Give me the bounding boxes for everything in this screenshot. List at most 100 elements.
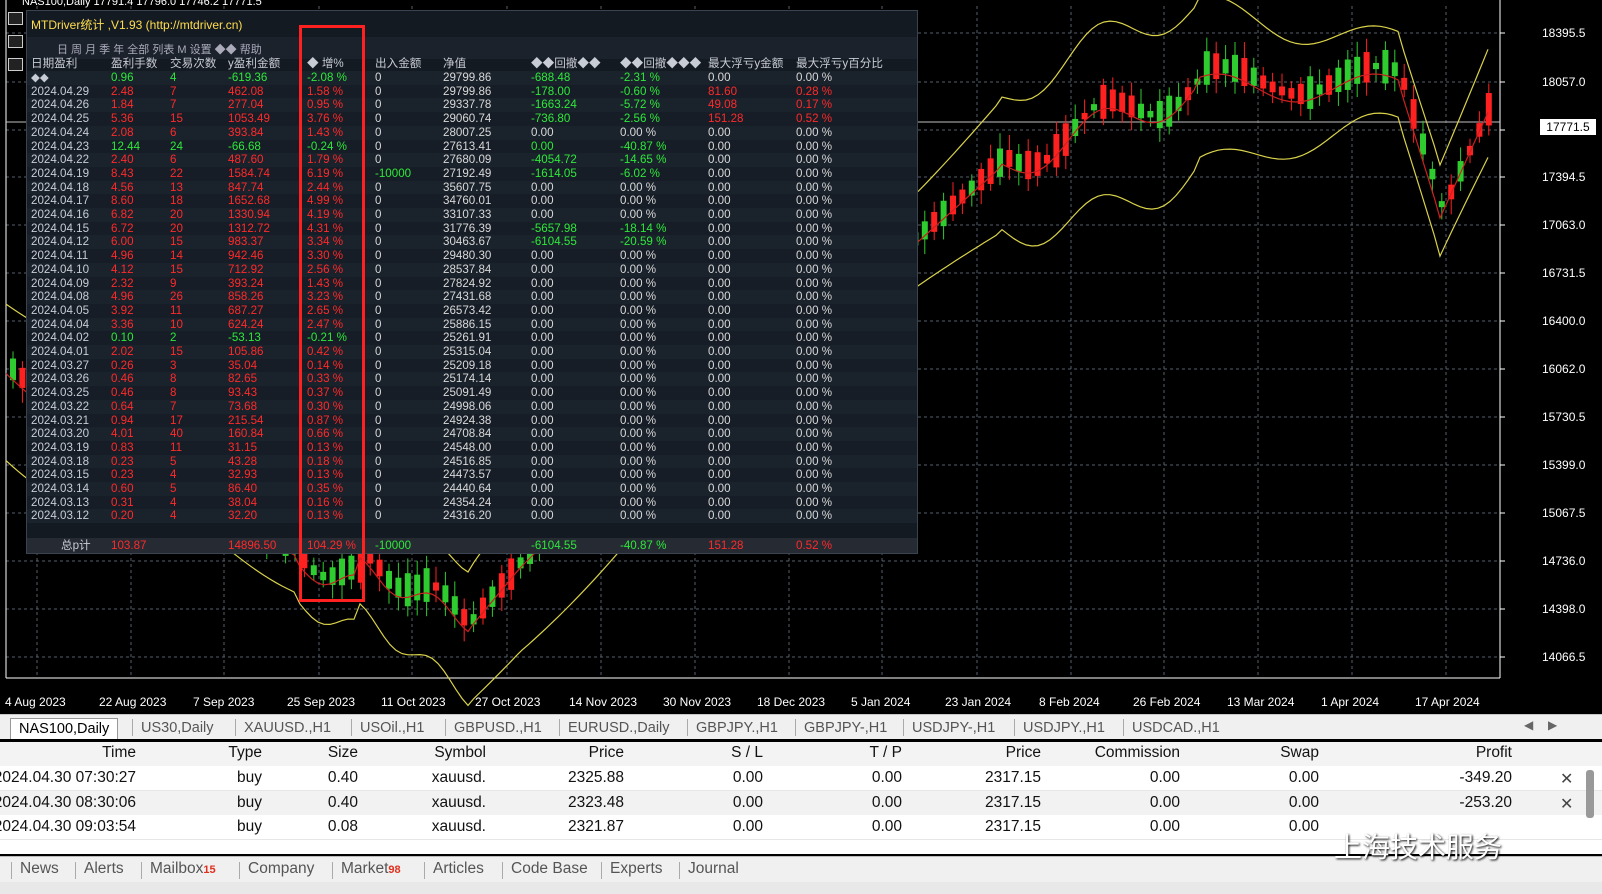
stats-row: 2024.03.14 0.60 5 86.40 0.35 % 0 24440.64 0.00 0… — [27, 482, 917, 496]
price-tick-label: 15067.5 — [1542, 506, 1586, 520]
tab-scroll-left-icon[interactable]: ◀ — [1524, 718, 1533, 732]
terminal-tab[interactable]: Experts — [610, 860, 663, 878]
stats-cell: 0.00 % — [796, 235, 833, 249]
symbol-tab[interactable]: NAS100,Daily — [10, 718, 119, 739]
terminal-tab[interactable]: Company — [248, 860, 314, 878]
stats-cell: 25091.49 — [443, 386, 492, 400]
stats-cell: 0 — [375, 358, 382, 372]
terminal-tab-label: Journal — [688, 860, 739, 877]
stats-cell: 93.43 — [228, 386, 258, 400]
terminal-tab[interactable]: Mailbox15 — [150, 860, 216, 878]
time-tick-label: 22 Aug 2023 — [99, 695, 167, 709]
column-header[interactable]: Size — [328, 744, 358, 762]
candle-body — [1147, 111, 1154, 118]
symbol-tab[interactable]: GBPJPY-,H1 — [804, 718, 887, 738]
stats-cell: 2024.04.09 — [31, 276, 90, 290]
terminal-tab[interactable]: Market98 — [341, 860, 401, 878]
terminal-tab[interactable]: Articles — [433, 860, 484, 878]
stats-cell: 4 — [170, 71, 177, 84]
stats-cell: 0.00 — [708, 125, 731, 139]
stats-cell: 0.00 % — [796, 249, 833, 263]
symbol-tab[interactable]: EURUSD.,Daily — [568, 718, 670, 738]
stats-cell: 6 — [170, 153, 177, 167]
stats-cell: 86.40 — [228, 482, 258, 495]
stats-cell: -10000 — [375, 166, 412, 180]
column-header[interactable]: Price — [1006, 744, 1041, 762]
stats-cell: 24440.64 — [443, 482, 492, 495]
column-header[interactable]: Type — [228, 744, 262, 762]
price-tick-label: 14398.0 — [1542, 602, 1586, 616]
close-position-icon[interactable]: ✕ — [1560, 794, 1573, 814]
table-cell: 0.40 — [327, 793, 358, 811]
price-tick-label: 17394.5 — [1542, 170, 1586, 184]
time-tick-label: 11 Oct 2023 — [381, 695, 446, 709]
column-header[interactable]: Swap — [1280, 744, 1319, 762]
column-header[interactable]: Symbol — [434, 744, 486, 762]
symbol-tab[interactable]: USDJPY-,H1 — [912, 718, 995, 738]
stats-cell: 4.56 — [111, 180, 134, 194]
candle-body — [376, 559, 383, 577]
stats-cell: 4.96 — [111, 290, 134, 304]
stats-cell: -53.13 — [228, 331, 261, 345]
stats-cell: 0.00 — [531, 180, 554, 194]
stats-cell: -6104.55 — [531, 539, 577, 552]
stats-cell: 0.28 % — [796, 84, 833, 98]
terminal-tab[interactable]: Journal — [688, 860, 739, 878]
terminal-tab-label: Market — [341, 860, 389, 877]
symbol-tab-bar: NAS100,Daily US30,Daily XAUUSD.,H1 USOil.,H… — [0, 714, 1602, 739]
symbol-tab[interactable]: XAUUSD.,H1 — [244, 718, 331, 738]
mtdriver-stats-panel[interactable]: MTDriver统计 ,V1.93 (http://mtdriver.cn) 日… — [26, 10, 918, 554]
terminal-tab-label: News — [20, 860, 59, 877]
stats-cell: 0.00 % — [796, 303, 833, 317]
column-header[interactable]: Profit — [1476, 744, 1512, 762]
candle-body — [1279, 86, 1285, 96]
stats-cell: y盈利金额 — [228, 57, 281, 70]
panel-icon-2[interactable] — [8, 35, 23, 48]
table-row[interactable]: 2024.04.30 07:30:27 buy 0.40 xauusd. 2325.88… — [0, 766, 1602, 791]
stats-cell: 0.00 — [708, 249, 731, 263]
table-cell: -253.20 — [1459, 793, 1512, 811]
symbol-tab[interactable]: USDCAD.,H1 — [1132, 718, 1220, 738]
table-scrollbar[interactable] — [1586, 770, 1594, 818]
symbol-tab[interactable]: USOil.,H1 — [360, 718, 424, 738]
column-header[interactable]: S / L — [731, 744, 763, 762]
symbol-tab[interactable]: GBPUSD.,H1 — [454, 718, 542, 738]
tab-separator — [445, 719, 446, 736]
column-header[interactable]: Time — [102, 744, 136, 762]
stats-cell: 盈利手数 — [111, 57, 158, 70]
table-row[interactable]: 2024.04.30 08:30:06 buy 0.40 xauusd. 2323.48… — [0, 790, 1602, 816]
symbol-tab[interactable]: USDJPY.,H1 — [1023, 718, 1105, 738]
symbol-tab[interactable]: US30,Daily — [141, 718, 214, 738]
panel-icon-3[interactable] — [8, 58, 23, 71]
stats-row: 2024.03.22 0.64 7 73.68 0.30 % 0 24998.06 0.00 0… — [27, 399, 917, 414]
stats-cell: 0.00 — [531, 249, 554, 263]
stats-cell: 3 — [170, 358, 177, 372]
stats-cell: 0 — [375, 153, 382, 167]
close-position-icon[interactable]: ✕ — [1560, 769, 1573, 789]
stats-cell: 2024.04.15 — [31, 221, 90, 235]
terminal-tab[interactable]: Code Base — [511, 860, 588, 878]
panel-toolbar[interactable]: 日 周 月 季 年 全部 列表 M 设置 ◆◆ 帮助 — [27, 37, 917, 59]
stats-cell: 2.40 — [111, 153, 134, 167]
column-header[interactable]: Commission — [1095, 744, 1180, 762]
table-cell: 0.08 — [327, 818, 358, 835]
stats-cell: 0.00 — [708, 235, 731, 249]
stats-cell: 2024.03.25 — [31, 386, 90, 400]
table-cell: 2321.87 — [567, 818, 624, 835]
symbol-tab[interactable]: GBPJPY.,H1 — [696, 718, 778, 738]
candle-body — [508, 558, 515, 590]
panel-icon-1[interactable] — [8, 12, 23, 25]
price-chart[interactable]: NAS100,Daily 17791.4 17796.0 17746.2 177… — [0, 0, 1602, 714]
stats-cell: 0.00 % — [620, 399, 657, 413]
stats-row: 2024.04.17 8.60 18 1652.68 4.99 % 0 34760.01 0.… — [27, 194, 917, 209]
table-cell: 0.00 — [1149, 769, 1180, 786]
stats-cell: 0.00 % — [796, 208, 833, 221]
column-header[interactable]: Price — [589, 744, 624, 762]
terminal-tab[interactable]: News — [20, 860, 59, 878]
column-header[interactable]: T / P — [870, 744, 902, 762]
panel-toolbar-buttons[interactable]: 日 周 月 季 年 全部 列表 M 设置 ◆◆ 帮助 — [57, 41, 262, 57]
candle-body — [1307, 76, 1314, 109]
terminal-tab[interactable]: Alerts — [84, 860, 124, 878]
tab-scroll-right-icon[interactable]: ▶ — [1548, 718, 1557, 732]
terminal-tab-label: Articles — [433, 860, 484, 877]
